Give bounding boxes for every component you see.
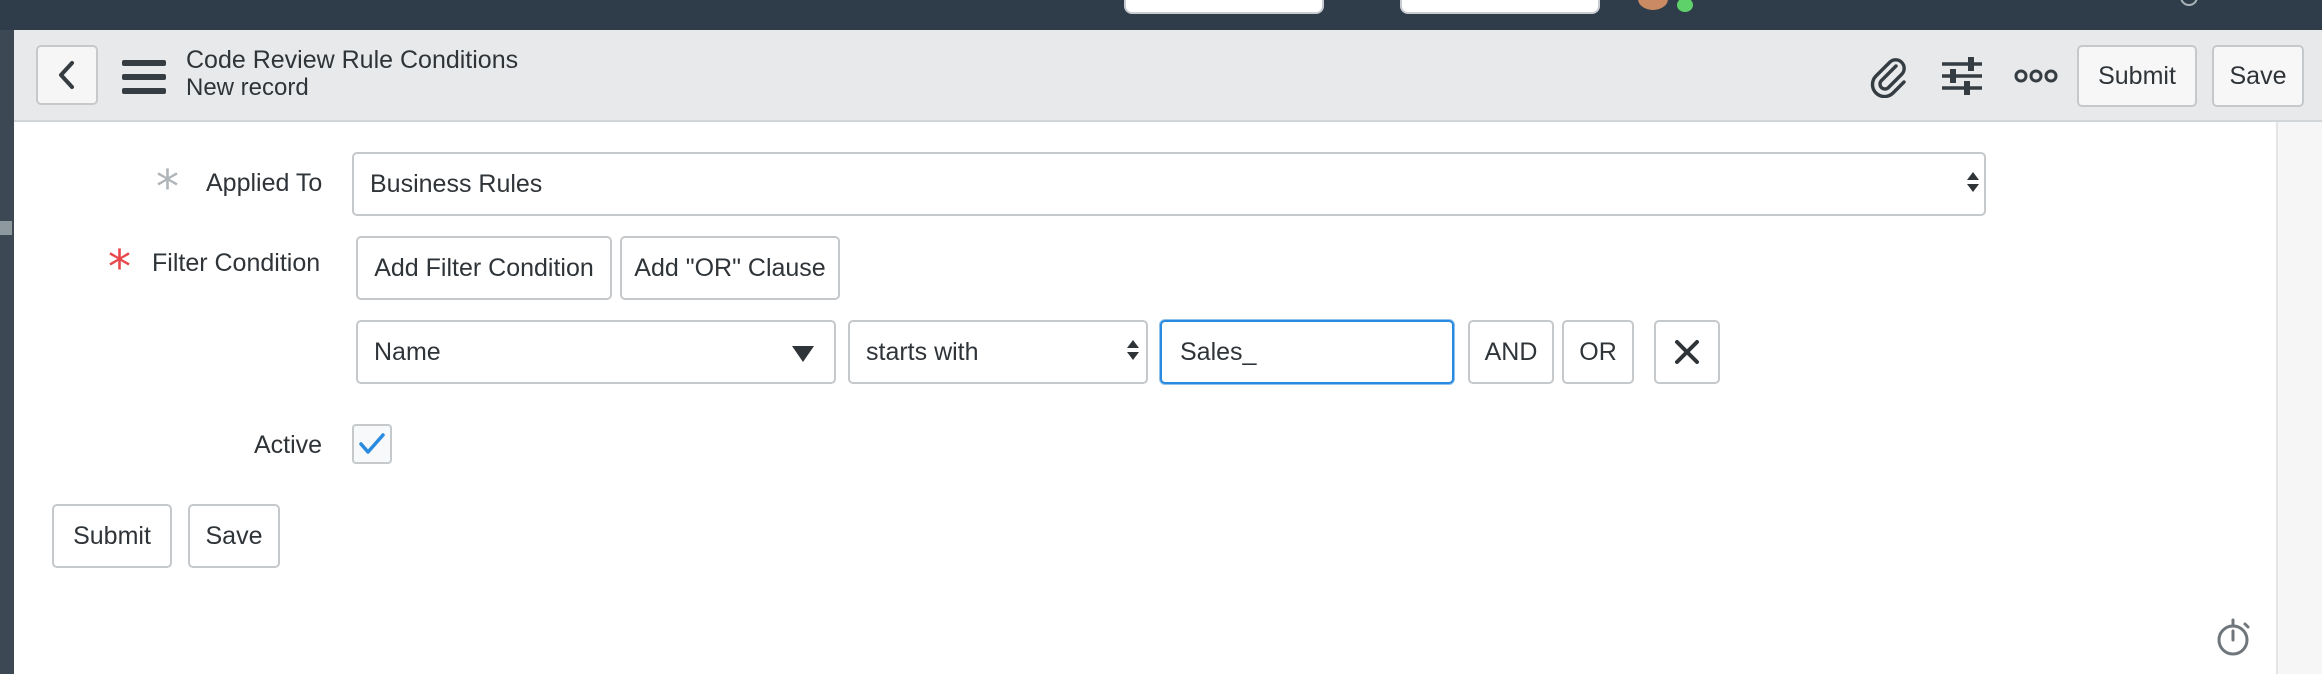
paperclip-icon[interactable] [1862,52,1914,100]
nav-dropdown-1[interactable] [1124,0,1324,14]
caret-down-icon [792,346,814,362]
page-subtitle: New record [186,74,309,101]
nav-strip-marker [0,221,12,235]
applied-to-value: Business Rules [370,170,543,198]
notification-icon[interactable] [2180,0,2198,6]
save-button[interactable]: Save [188,504,280,568]
form-header: Code Review Rule Conditions New record S… [14,30,2322,122]
top-navigation-bar [0,0,2322,30]
and-button[interactable]: AND [1468,320,1554,384]
applied-to-select[interactable]: Business Rules [352,152,1986,216]
condition-operator-select[interactable]: starts with [848,320,1148,384]
header-submit-button[interactable]: Submit [2077,45,2197,107]
add-or-clause-button[interactable]: Add "OR" Clause [620,236,840,300]
condition-field-select[interactable]: Name [356,320,836,384]
checkmark-icon [359,433,385,454]
page-title: Code Review Rule Conditions [186,46,519,74]
add-filter-condition-button[interactable]: Add Filter Condition [356,236,612,300]
condition-field-value: Name [374,338,441,366]
close-icon [1675,340,1699,364]
submit-button[interactable]: Submit [52,504,172,568]
hamburger-menu-icon[interactable] [122,60,166,94]
stopwatch-icon[interactable] [2214,618,2254,658]
chevron-left-icon [59,61,74,89]
required-indicator-filter-condition: * [108,240,131,294]
left-nav-strip [0,30,14,674]
select-arrows-icon [1966,172,1980,192]
applied-to-label: Applied To [206,169,323,197]
right-scroll-gutter[interactable] [2276,122,2322,674]
back-button[interactable] [36,45,98,105]
required-indicator-applied-to: * [156,160,179,214]
nav-dropdown-2[interactable] [1400,0,1600,14]
sliders-icon[interactable] [1936,52,1988,100]
active-label: Active [254,431,323,459]
active-checkbox[interactable] [352,424,392,464]
more-options-icon[interactable] [2010,52,2062,100]
remove-condition-button[interactable] [1654,320,1720,384]
select-arrows-icon [1126,340,1140,360]
avatar[interactable] [1638,0,1668,10]
filter-condition-label: Filter Condition [152,249,321,277]
presence-indicator [1677,0,1693,12]
condition-value-input[interactable] [1160,320,1454,384]
or-button[interactable]: OR [1562,320,1634,384]
header-save-button[interactable]: Save [2212,45,2304,107]
condition-operator-value: starts with [866,338,979,366]
